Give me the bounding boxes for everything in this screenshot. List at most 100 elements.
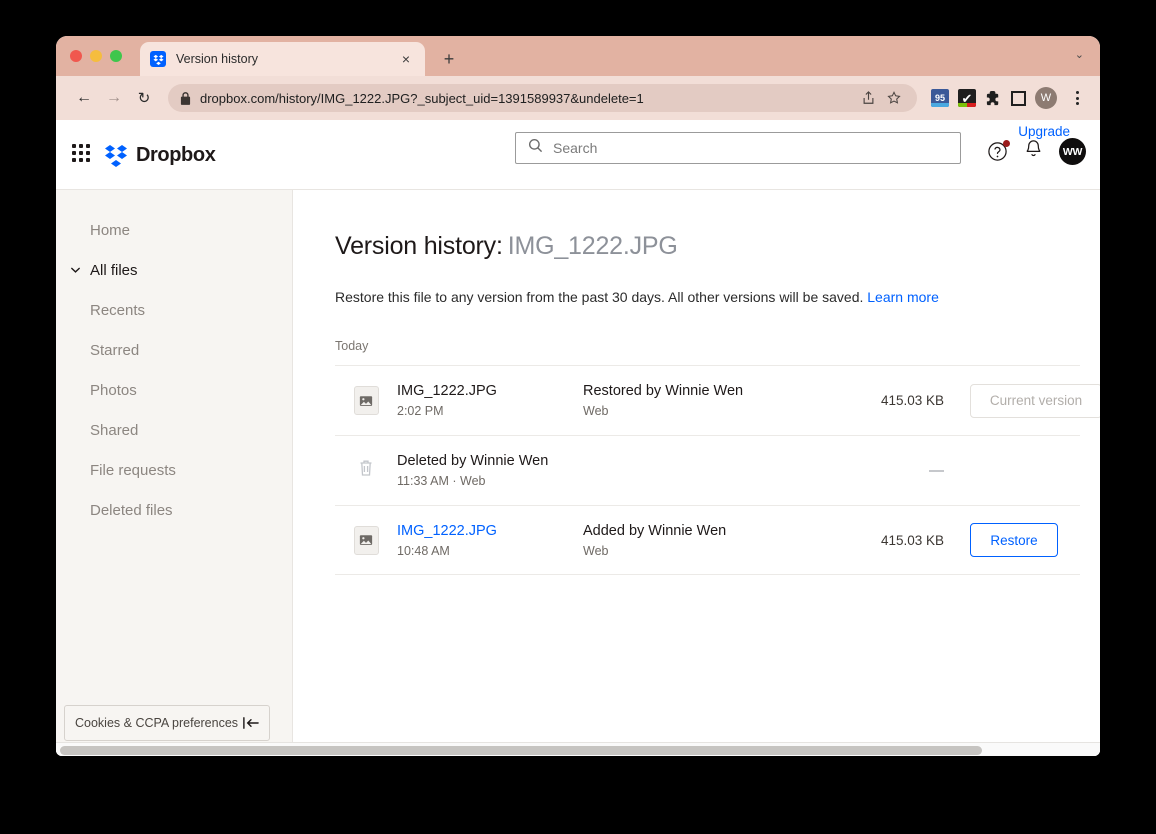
close-window-button[interactable]: [70, 50, 82, 62]
browser-tab-active[interactable]: Version history ×: [140, 42, 425, 76]
page-title: Version history: IMG_1222.JPG: [335, 232, 1100, 261]
dropbox-favicon-icon: [150, 51, 166, 67]
lock-icon: [180, 91, 191, 105]
row-thumbnail: [335, 459, 397, 482]
dropbox-logo[interactable]: Dropbox: [104, 143, 216, 167]
row-action-column: Added by Winnie Wen Web: [583, 523, 842, 558]
horizontal-scrollbar-thumb[interactable]: [60, 746, 982, 755]
dropbox-header: Dropbox Upgrade: [56, 120, 1100, 190]
square-extension-icon[interactable]: [1011, 90, 1026, 106]
share-icon[interactable]: [857, 87, 879, 109]
tab-list-chevron-down-icon[interactable]: ⌄: [1075, 48, 1084, 61]
puzzle-extension-icon[interactable]: [985, 90, 1002, 107]
version-history-list: IMG_1222.JPG 2:02 PM Restored by Winnie …: [335, 365, 1100, 575]
table-row[interactable]: IMG_1222.JPG 10:48 AM Added by Winnie We…: [335, 505, 1080, 575]
app-grid-icon[interactable]: [72, 144, 90, 162]
row-file-name: IMG_1222.JPG: [397, 383, 497, 399]
row-timestamp: 2:02 PM: [397, 404, 444, 418]
checkmark-extension-icon[interactable]: ✔: [958, 89, 976, 107]
row-name-column: IMG_1222.JPG 10:48 AM: [397, 523, 583, 558]
header-action-icons: Upgrade WW: [987, 124, 1086, 165]
row-source-text: Web: [583, 543, 609, 558]
table-row[interactable]: IMG_1222.JPG 2:02 PM Restored by Winnie …: [335, 365, 1100, 435]
sidebar-item-all-files[interactable]: All files: [56, 250, 292, 290]
bookmark-star-icon[interactable]: [883, 87, 905, 109]
omnibox-actions: [857, 87, 905, 109]
main-content: Version history: IMG_1222.JPG Restore thi…: [293, 190, 1100, 755]
chevron-down-icon: [69, 264, 82, 277]
row-name-column: IMG_1222.JPG 2:02 PM: [397, 383, 583, 418]
help-circle-icon[interactable]: [987, 140, 1010, 162]
kebab-menu-icon[interactable]: [1068, 91, 1086, 105]
image-file-icon: [353, 386, 379, 415]
row-button-column: Restore: [962, 523, 1080, 557]
upgrade-link[interactable]: Upgrade: [1018, 124, 1070, 139]
sidebar-item-label: All files: [90, 261, 138, 279]
sidebar-item-starred[interactable]: Starred: [56, 330, 292, 370]
sidebar-item-label: Shared: [90, 421, 139, 439]
current-version-button: Current version: [970, 383, 1100, 418]
sidebar-item-label: File requests: [90, 461, 176, 479]
dropbox-body: Home All files Recents Starred Photos Sh…: [56, 190, 1100, 755]
day-group-label: Today: [335, 339, 369, 353]
maximize-window-button[interactable]: [110, 50, 122, 62]
search-input[interactable]: [553, 140, 948, 156]
back-button[interactable]: ←: [70, 84, 98, 112]
row-name-column: Deleted by Winnie Wen 11:33 AM · Web: [397, 453, 797, 488]
row-thumbnail: [335, 525, 397, 555]
minimize-window-button[interactable]: [90, 50, 102, 62]
row-timestamp: 11:33 AM · Web: [397, 474, 486, 488]
user-avatar[interactable]: WW: [1059, 138, 1086, 165]
sidebar-item-deleted-files[interactable]: Deleted files: [56, 490, 292, 530]
search-icon: [528, 138, 543, 158]
page-title-filename: IMG_1222.JPG: [507, 232, 678, 260]
sidebar-item-label: Recents: [90, 301, 146, 319]
badge-95-extension-icon[interactable]: 95: [931, 89, 949, 107]
reload-button[interactable]: ↻: [130, 84, 158, 112]
row-file-size: 415.03 KB: [880, 532, 944, 548]
sidebar-item-photos[interactable]: Photos: [56, 370, 292, 410]
sidebar-item-label: Deleted files: [90, 501, 173, 519]
close-tab-icon[interactable]: ×: [397, 50, 415, 68]
image-file-icon: [353, 525, 379, 555]
search-box[interactable]: [515, 132, 961, 164]
cookie-preferences-button[interactable]: Cookies & CCPA preferences: [75, 716, 238, 730]
learn-more-link[interactable]: Learn more: [867, 289, 939, 305]
row-action-text: Deleted by Winnie Wen: [397, 453, 549, 469]
sidebar-item-label: Home: [90, 221, 131, 239]
dropbox-wordmark: Dropbox: [136, 143, 216, 166]
browser-tab-title: Version history: [176, 52, 258, 66]
sidebar-item-shared[interactable]: Shared: [56, 410, 292, 450]
row-action-column: Restored by Winnie Wen Web: [583, 383, 842, 418]
help-notification-dot: [1003, 140, 1010, 147]
page-viewport: Dropbox Upgrade: [56, 120, 1100, 756]
address-bar-url: dropbox.com/history/IMG_1222.JPG?_subjec…: [200, 90, 644, 106]
sidebar-item-recents[interactable]: Recents: [56, 290, 292, 330]
window-traffic-lights: [70, 50, 122, 62]
row-timestamp: 10:48 AM: [397, 543, 450, 558]
table-row[interactable]: Deleted by Winnie Wen 11:33 AM · Web —: [335, 435, 1080, 505]
device-frame: Version history × + ⌄ ← → ↻ dropbox.com/…: [0, 0, 1156, 834]
row-action-text: Added by Winnie Wen: [583, 522, 727, 539]
sidebar: Home All files Recents Starred Photos Sh…: [56, 190, 293, 755]
row-action-text: Restored by Winnie Wen: [583, 383, 744, 399]
sidebar-item-home[interactable]: Home: [56, 210, 292, 250]
address-bar[interactable]: dropbox.com/history/IMG_1222.JPG?_subjec…: [168, 84, 917, 112]
checkmark-glyph: ✔: [961, 90, 973, 106]
browser-tab-strip: Version history × + ⌄: [56, 36, 1100, 76]
sidebar-item-file-requests[interactable]: File requests: [56, 450, 292, 490]
row-button-column: Current version: [962, 383, 1100, 418]
horizontal-scrollbar[interactable]: [56, 742, 1100, 756]
browser-profile-avatar[interactable]: W: [1035, 87, 1057, 109]
forward-button[interactable]: →: [100, 84, 128, 112]
bell-icon[interactable]: [1024, 139, 1043, 164]
collapse-sidebar-icon[interactable]: [242, 716, 259, 730]
row-thumbnail: [335, 386, 397, 415]
row-file-name-link[interactable]: IMG_1222.JPG: [397, 523, 583, 539]
page-description-text: Restore this file to any version from th…: [335, 289, 864, 305]
restore-button[interactable]: Restore: [970, 523, 1058, 557]
dropbox-glyph-icon: [105, 145, 127, 167]
row-source-text: Web: [583, 404, 609, 418]
browser-extensions: 95 ✔ W: [931, 87, 1086, 109]
new-tab-button[interactable]: +: [437, 47, 461, 71]
